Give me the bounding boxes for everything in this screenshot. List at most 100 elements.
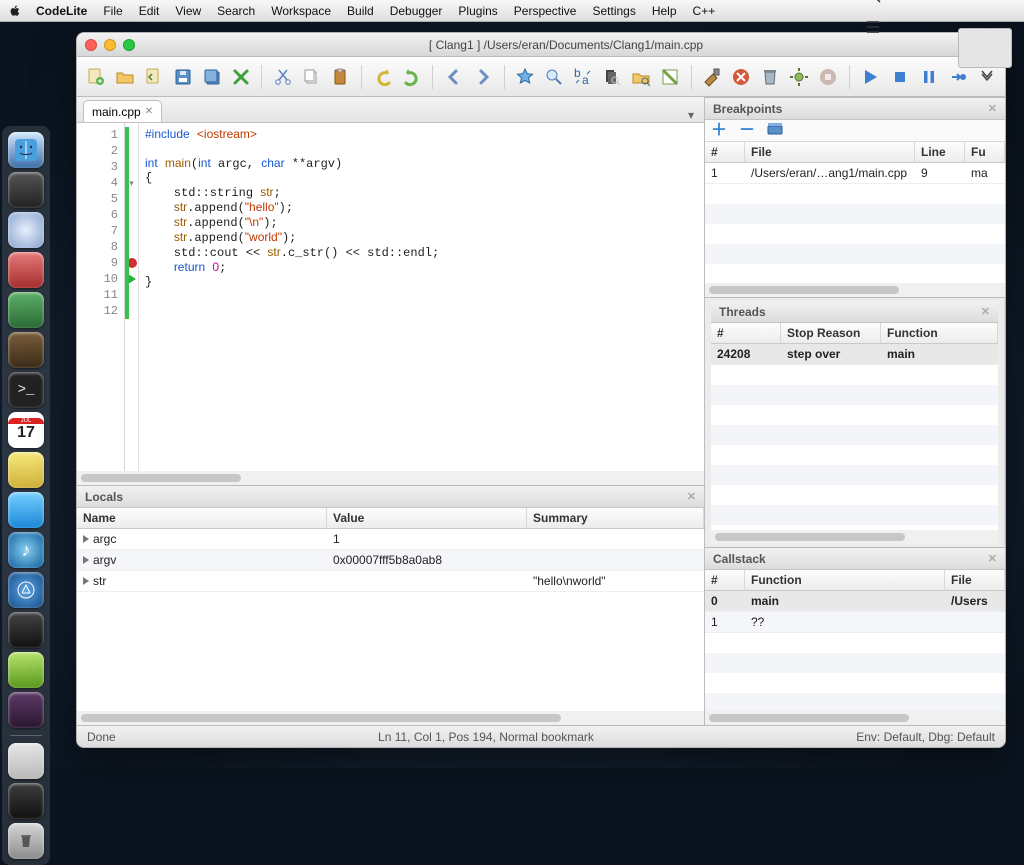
dock-app-icon[interactable] (8, 652, 44, 688)
dock-app-icon[interactable] (8, 612, 44, 648)
th-scrollbar[interactable] (711, 530, 998, 544)
locals-scrollbar[interactable] (77, 711, 704, 725)
tab-close-icon[interactable]: ✕ (145, 106, 153, 117)
callstack-row[interactable]: 1?? (705, 612, 1005, 633)
menu-settings[interactable]: Settings (590, 4, 637, 18)
panel-close-icon[interactable]: ✕ (988, 102, 997, 115)
apple-menu-icon[interactable] (8, 4, 22, 18)
replace-icon[interactable]: ba (571, 64, 596, 90)
bp-scrollbar[interactable] (705, 283, 1005, 297)
clear-breakpoints-icon[interactable] (767, 122, 783, 140)
dock-codelite-icon[interactable] (8, 692, 44, 728)
dock-folder-icon[interactable] (8, 743, 44, 779)
dock-calendar-icon[interactable]: JUL17 (8, 412, 44, 448)
paste-icon[interactable] (328, 64, 353, 90)
close-button[interactable] (85, 39, 97, 51)
panel-close-icon[interactable]: ✕ (687, 490, 696, 503)
dock-notes-icon[interactable] (8, 452, 44, 488)
col-reason[interactable]: Stop Reason (781, 323, 881, 343)
locals-row[interactable]: argc 1 (77, 529, 704, 550)
save-icon[interactable] (170, 64, 195, 90)
expand-icon[interactable] (83, 556, 89, 564)
tabbar-menu-icon[interactable]: ▾ (684, 108, 698, 122)
minimize-button[interactable] (104, 39, 116, 51)
new-file-icon[interactable] (83, 64, 108, 90)
stop-build-icon[interactable] (729, 64, 754, 90)
dock-finder-icon[interactable] (8, 132, 44, 168)
debug-start-icon[interactable] (858, 64, 883, 90)
save-all-icon[interactable] (199, 64, 224, 90)
undo-icon[interactable] (370, 64, 395, 90)
nav-back-icon[interactable] (441, 64, 466, 90)
resources-icon[interactable] (629, 64, 654, 90)
col-num[interactable]: # (711, 323, 781, 343)
dock-app-icon[interactable] (8, 332, 44, 368)
debug-pause-icon[interactable] (916, 64, 941, 90)
col-fun[interactable]: Fu (965, 142, 1005, 162)
panel-close-icon[interactable]: ✕ (988, 552, 997, 565)
menu-perspective[interactable]: Perspective (512, 4, 579, 18)
clean-icon[interactable] (758, 64, 783, 90)
app-name[interactable]: CodeLite (34, 4, 89, 18)
list-icon[interactable] (864, 18, 882, 36)
col-num[interactable]: # (705, 570, 745, 590)
dock-launchpad-icon[interactable] (8, 172, 44, 208)
dock-itunes-icon[interactable]: ♪ (8, 532, 44, 568)
col-fn[interactable]: Function (745, 570, 945, 590)
bp-row[interactable]: 1/Users/eran/…ang1/main.cpp 9ma (705, 163, 1005, 184)
menu-plugins[interactable]: Plugins (456, 4, 499, 18)
dock-trash-icon[interactable] (8, 823, 44, 859)
titlebar[interactable]: [ Clang1 ] /Users/eran/Documents/Clang1/… (77, 33, 1005, 57)
open-file-icon[interactable] (112, 64, 137, 90)
menu-file[interactable]: File (101, 4, 124, 18)
menu-edit[interactable]: Edit (137, 4, 162, 18)
col-fn[interactable]: Function (881, 323, 998, 343)
editor-scrollbar[interactable] (77, 471, 704, 485)
cut-icon[interactable] (270, 64, 295, 90)
code-editor[interactable]: 123456789101112 ▾ #include <iostream> in… (77, 123, 704, 471)
bookmark-icon[interactable] (512, 64, 537, 90)
expand-icon[interactable] (83, 577, 89, 585)
reload-icon[interactable] (141, 64, 166, 90)
menu-view[interactable]: View (173, 4, 203, 18)
menu-help[interactable]: Help (650, 4, 679, 18)
find-in-files-icon[interactable] (600, 64, 625, 90)
dock-app-icon[interactable] (8, 783, 44, 819)
dock-app-icon[interactable] (8, 252, 44, 288)
build-icon[interactable] (700, 64, 725, 90)
col-value[interactable]: Value (327, 508, 527, 528)
tab-main-cpp[interactable]: main.cpp ✕ (83, 100, 162, 122)
col-line[interactable]: Line (915, 142, 965, 162)
menu-build[interactable]: Build (345, 4, 376, 18)
dock-app-icon[interactable] (8, 292, 44, 328)
menu-cpp[interactable]: C++ (691, 4, 718, 18)
callstack-row[interactable]: 0main/Users (705, 591, 1005, 612)
cs-scrollbar[interactable] (705, 711, 1005, 725)
col-name[interactable]: Name (77, 508, 327, 528)
panel-close-icon[interactable]: ✕ (981, 305, 990, 318)
menu-search[interactable]: Search (215, 4, 257, 18)
menu-workspace[interactable]: Workspace (269, 4, 333, 18)
dock-messages-icon[interactable] (8, 492, 44, 528)
col-summary[interactable]: Summary (527, 508, 704, 528)
locals-row[interactable]: str "hello\nworld" (77, 571, 704, 592)
nav-fwd-icon[interactable] (470, 64, 495, 90)
debug-stop-icon[interactable] (887, 64, 912, 90)
add-breakpoint-icon[interactable]: ＋ (711, 123, 727, 139)
col-file[interactable]: File (945, 570, 1005, 590)
find-icon[interactable] (542, 64, 567, 90)
highlight-icon[interactable] (658, 64, 683, 90)
col-file[interactable]: File (745, 142, 915, 162)
dock-safari-icon[interactable] (8, 212, 44, 248)
expand-icon[interactable] (83, 535, 89, 543)
remove-breakpoint-icon[interactable]: － (739, 123, 755, 139)
menu-debugger[interactable]: Debugger (388, 4, 445, 18)
col-num[interactable]: # (705, 142, 745, 162)
thread-row[interactable]: 24208step overmain (711, 344, 998, 365)
copy-icon[interactable] (299, 64, 324, 90)
dock-terminal-icon[interactable]: >_ (8, 372, 44, 408)
redo-icon[interactable] (399, 64, 424, 90)
locals-row[interactable]: argv 0x00007fff5b8a0ab8 (77, 550, 704, 571)
settings-gear-icon[interactable] (787, 64, 812, 90)
dock-appstore-icon[interactable] (8, 572, 44, 608)
